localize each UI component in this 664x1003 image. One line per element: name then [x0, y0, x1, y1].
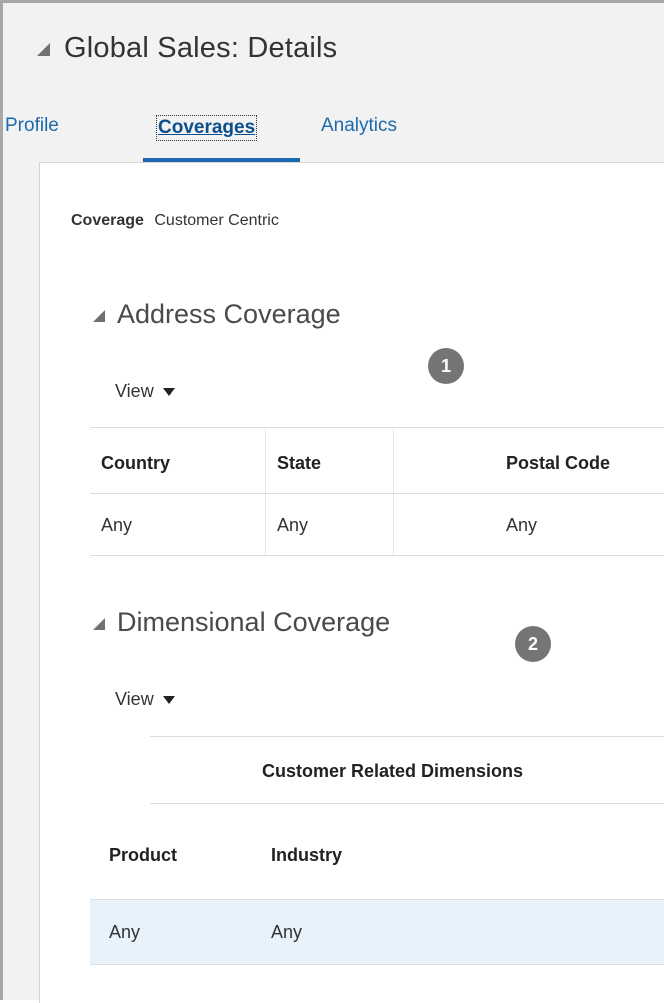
window-frame: Global Sales: Details Profile Coverages …: [0, 0, 664, 1003]
column-group-header-customer-dimensions: Customer Related Dimensions: [262, 761, 524, 781]
page-title: Global Sales: Details: [64, 32, 338, 64]
address-coverage-header: Address Coverage: [93, 299, 341, 330]
column-header-postal-code[interactable]: Postal Code: [506, 453, 610, 474]
address-view-menu[interactable]: View: [115, 381, 175, 402]
table-cell-state: Any: [277, 515, 309, 535]
caret-down-icon: [162, 387, 175, 396]
address-coverage-title: Address Coverage: [117, 299, 341, 329]
callout-badge-2: 2: [515, 626, 551, 662]
column-header-country[interactable]: Country: [101, 453, 170, 474]
view-label: View: [115, 381, 154, 401]
view-label: View: [115, 689, 154, 709]
column-separator: [265, 427, 266, 555]
table-divider: [150, 736, 664, 737]
table-cell-product: Any: [109, 922, 141, 942]
tab-bar: Profile Coverages Analytics: [3, 107, 664, 163]
table-divider: [90, 493, 664, 494]
dimensional-coverage-title: Dimensional Coverage: [117, 607, 391, 637]
collapse-triangle-icon[interactable]: [93, 617, 105, 630]
table-row-selected[interactable]: [90, 900, 664, 964]
column-header-product[interactable]: Product: [109, 845, 177, 866]
collapse-triangle-icon[interactable]: [37, 43, 50, 56]
table-cell-country: Any: [101, 515, 133, 535]
dimensional-coverage-header: Dimensional Coverage: [93, 607, 390, 638]
table-cell-postal-code: Any: [506, 515, 538, 535]
tab-analytics[interactable]: Analytics: [321, 115, 397, 137]
table-cell-industry: Any: [271, 922, 303, 942]
caret-down-icon: [162, 695, 175, 704]
tab-profile[interactable]: Profile: [5, 115, 59, 137]
column-header-state[interactable]: State: [277, 453, 321, 474]
coverage-value: Customer Centric: [154, 212, 279, 229]
table-divider: [90, 427, 664, 428]
column-separator: [393, 427, 394, 555]
coverages-panel: Coverage Customer Centric Address Covera…: [39, 162, 664, 1003]
column-header-industry[interactable]: Industry: [271, 845, 342, 866]
dimensional-view-menu[interactable]: View: [115, 689, 175, 710]
page-header: Global Sales: Details: [37, 32, 337, 65]
collapse-triangle-icon[interactable]: [93, 309, 105, 322]
coverage-label: Coverage: [71, 212, 144, 229]
table-divider: [90, 964, 664, 965]
table-divider: [90, 555, 664, 556]
tab-coverages[interactable]: Coverages: [155, 115, 258, 141]
callout-badge-1: 1: [428, 348, 464, 384]
coverage-field: Coverage Customer Centric: [71, 212, 279, 230]
table-divider: [150, 803, 664, 804]
